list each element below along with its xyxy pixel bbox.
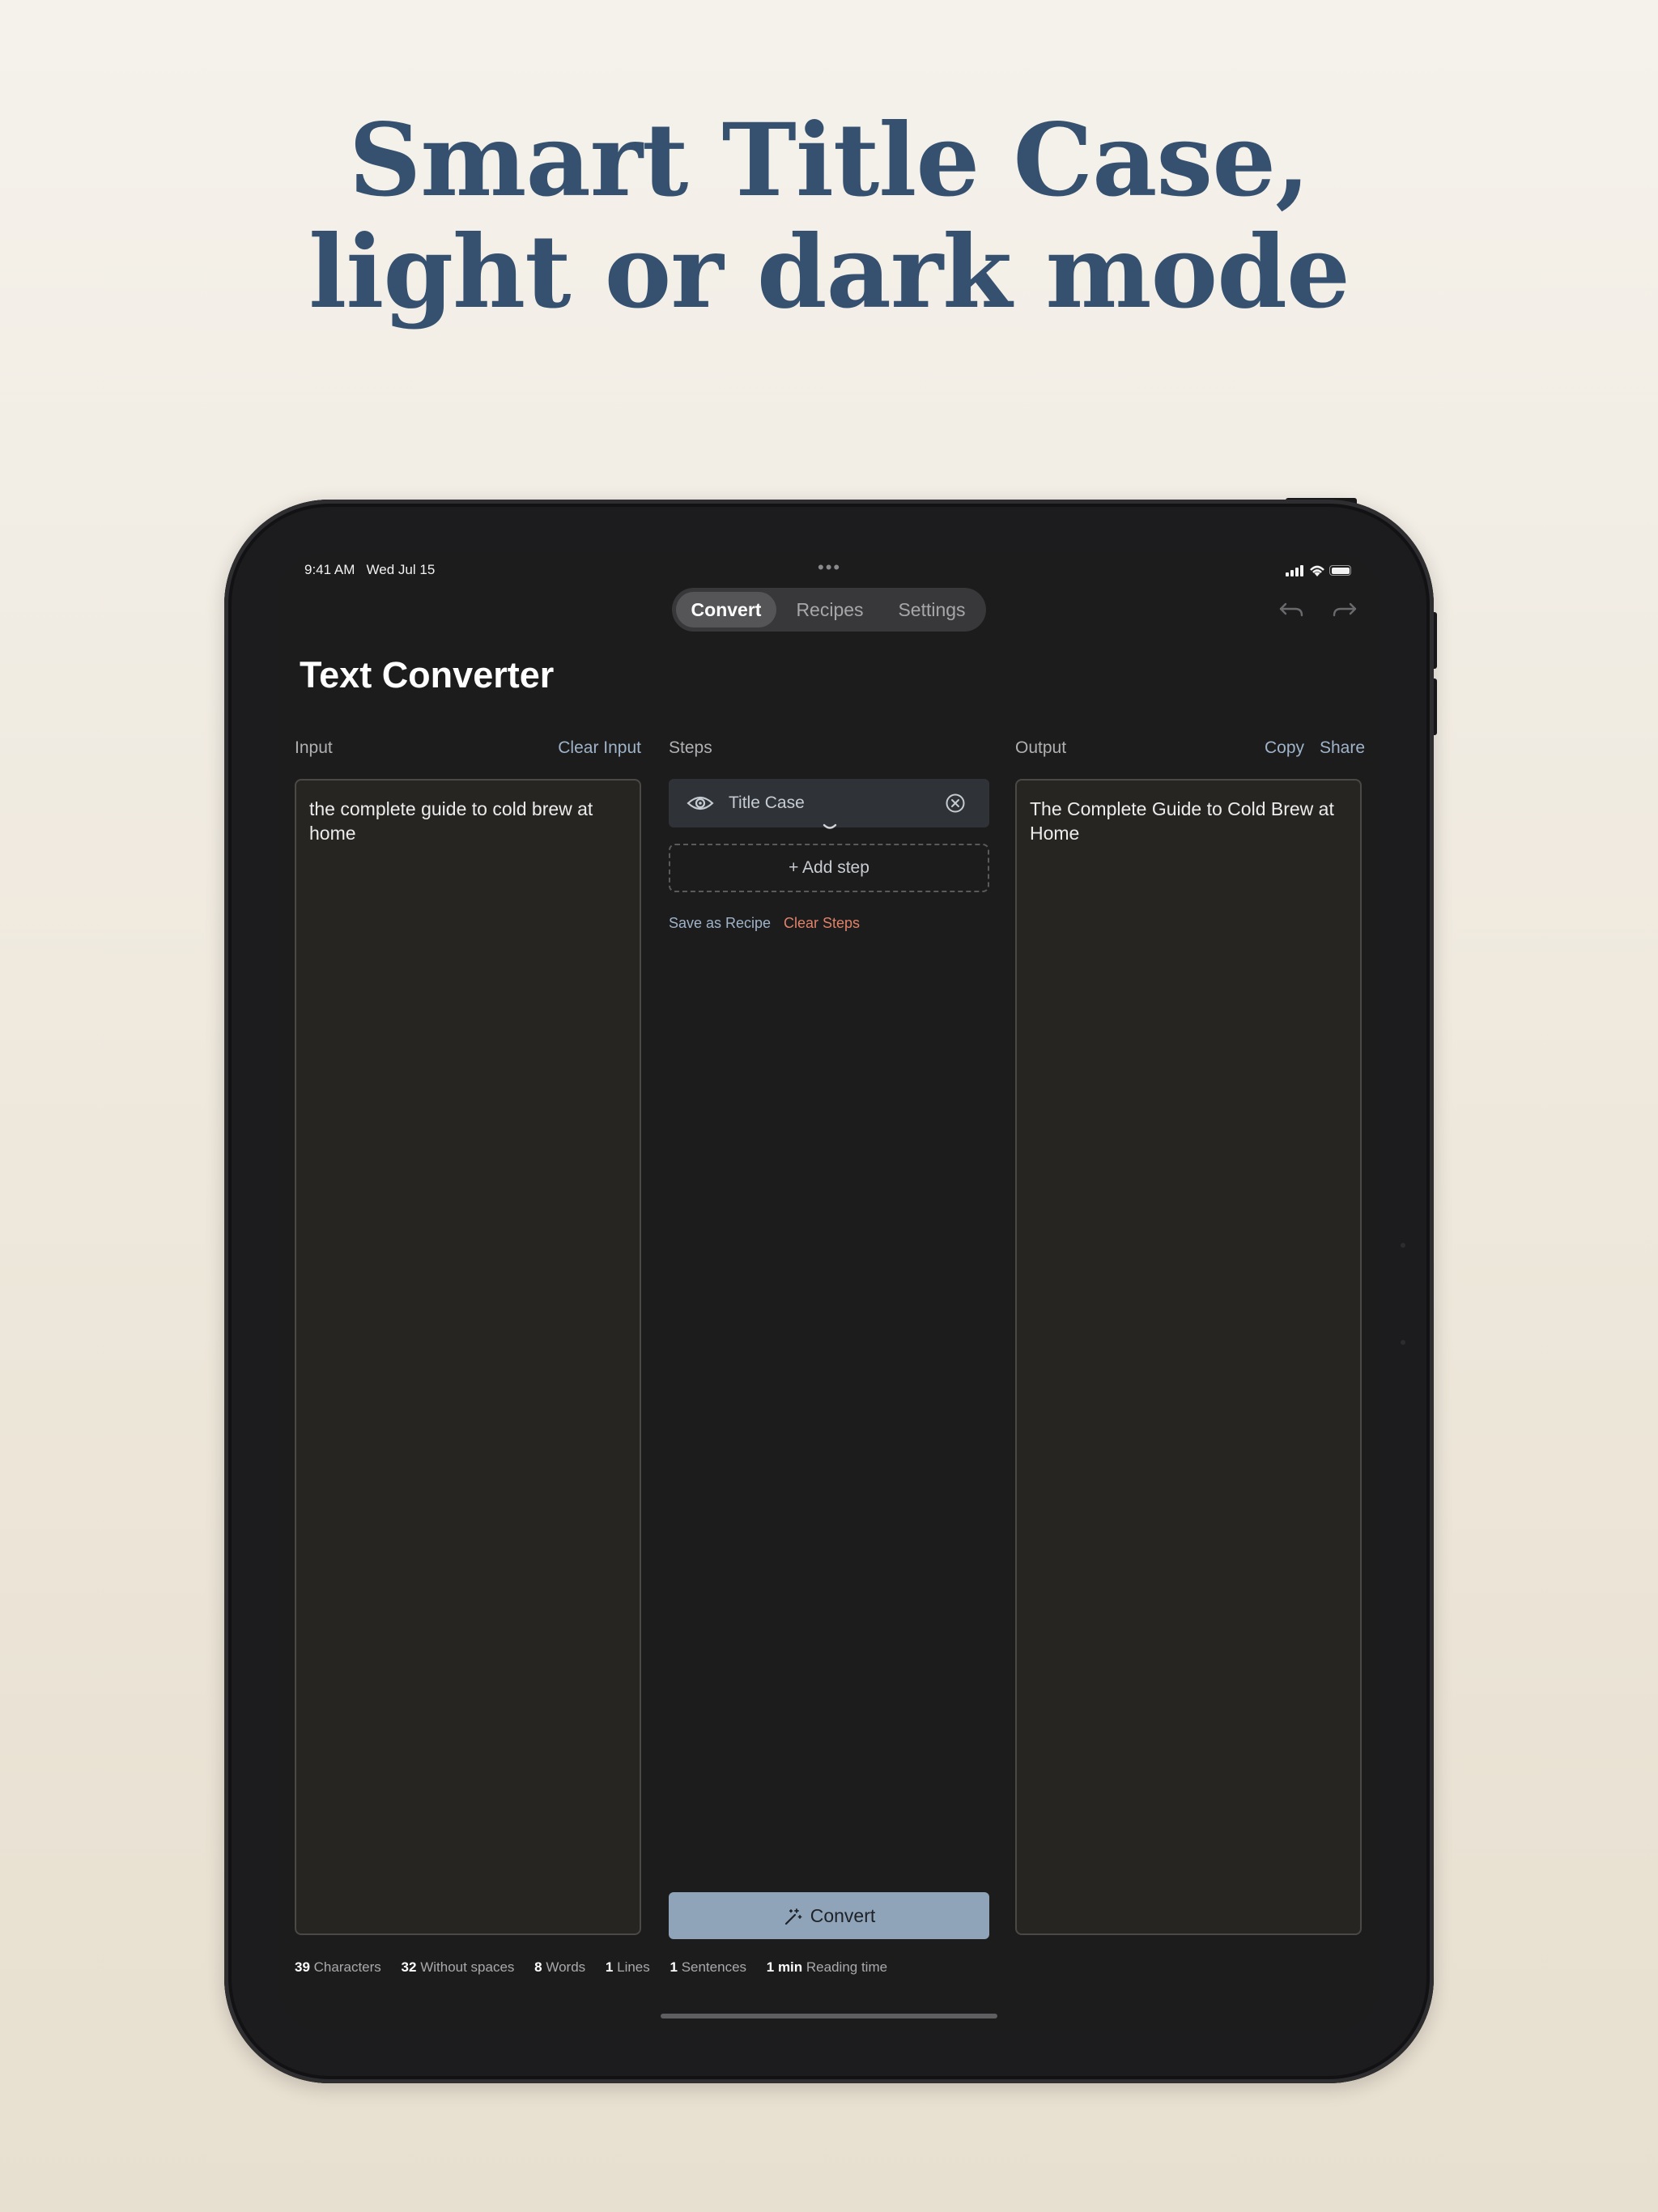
headline: Smart Title Case, light or dark mode (0, 105, 1658, 329)
battery-icon (1329, 565, 1351, 576)
page-title: Text Converter (300, 654, 555, 696)
convert-button[interactable]: Convert (669, 1892, 989, 1939)
main-tab-control: Convert Recipes Settings (672, 588, 986, 632)
stat-reading-time: 1 min Reading time (766, 1959, 888, 1975)
undo-arrow-icon[interactable] (1276, 593, 1308, 625)
multitasking-dots[interactable]: ••• (818, 557, 841, 578)
stat-words: 8 Words (534, 1959, 586, 1975)
status-icons (1286, 564, 1354, 578)
clear-input-button[interactable]: Clear Input (558, 738, 641, 758)
copy-button[interactable]: Copy (1265, 738, 1304, 758)
side-sensors (1388, 1174, 1421, 1401)
eye-icon[interactable] (687, 793, 714, 813)
redo-arrow-icon[interactable] (1328, 593, 1360, 625)
stat-without-spaces: 32 Without spaces (401, 1959, 515, 1975)
clear-steps-button[interactable]: Clear Steps (784, 915, 860, 932)
steps-label: Steps (669, 738, 712, 757)
convert-button-label: Convert (810, 1905, 876, 1926)
share-button[interactable]: Share (1320, 738, 1365, 758)
step-item-title-case[interactable]: Title Case (669, 779, 989, 829)
stat-lines: 1 Lines (605, 1959, 650, 1975)
output-textarea: The Complete Guide to Cold Brew at Home (1015, 779, 1362, 1935)
stat-sentences: 1 Sentences (670, 1959, 747, 1975)
app-screen: 9:41 AM Wed Jul 15 ••• Convert Recipes S… (277, 552, 1381, 2031)
add-step-button[interactable]: + Add step (669, 844, 989, 892)
tab-settings[interactable]: Settings (881, 592, 983, 627)
output-label: Output (1015, 738, 1067, 757)
wifi-icon (1310, 565, 1324, 576)
headline-line-2: light or dark mode (308, 214, 1350, 331)
input-label: Input (295, 738, 333, 757)
tab-convert[interactable]: Convert (676, 592, 776, 627)
input-textarea[interactable]: the complete guide to cold brew at home (295, 779, 641, 1935)
stat-characters: 39 Characters (295, 1959, 381, 1975)
tab-recipes[interactable]: Recipes (780, 592, 879, 627)
home-indicator[interactable] (661, 2014, 997, 2018)
magic-wand-icon (784, 1908, 802, 1925)
save-as-recipe-button[interactable]: Save as Recipe (669, 915, 771, 932)
remove-circle-icon[interactable] (945, 793, 966, 814)
status-time: 9:41 AM Wed Jul 15 (304, 562, 436, 577)
chevron-down-icon (823, 823, 837, 829)
step-label: Title Case (729, 793, 805, 812)
text-statistics: 39 Characters 32 Without spaces 8 Words … (295, 1959, 903, 1976)
headline-line-1: Smart Title Case, (348, 102, 1311, 219)
